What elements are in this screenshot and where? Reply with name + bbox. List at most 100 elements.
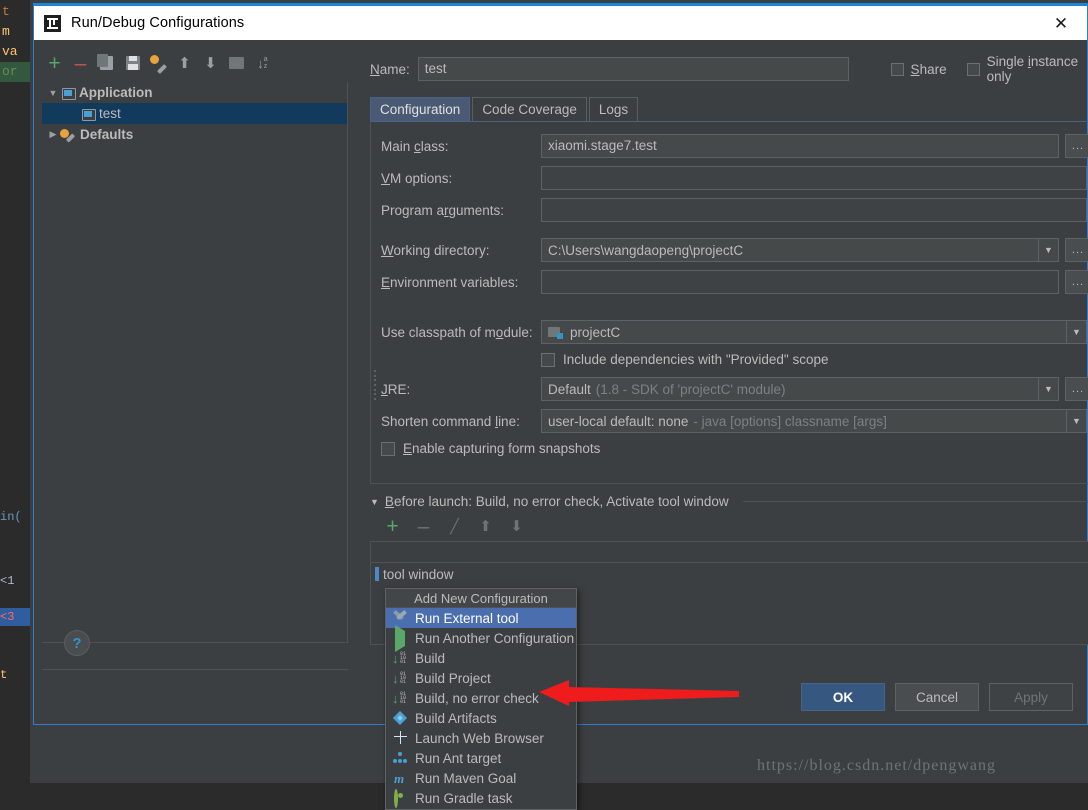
build-icon: ↓011001 [392, 691, 409, 706]
menu-item-label: Build, no error check [415, 691, 539, 706]
working-directory-value: C:\Users\wangdaopeng\projectC [542, 239, 1038, 261]
add-new-configuration-popup: Add New Configuration Run External tool … [385, 588, 577, 810]
background-editor-lower: in( <1 <3 t [0, 500, 30, 783]
menu-item-label: Build Project [415, 671, 491, 686]
menu-item-run-gradle-task[interactable]: Run Gradle task [386, 788, 576, 808]
use-classpath-text: projectC [570, 325, 620, 340]
include-dependencies-checkbox[interactable]: Include dependencies with "Provided" sco… [371, 352, 1088, 367]
move-task-up-button[interactable]: ⬆ [477, 518, 494, 535]
chevron-down-icon[interactable]: ▼ [1066, 321, 1086, 343]
program-arguments-label: Program arguments: [381, 203, 541, 218]
working-directory-browse-button[interactable]: ... [1065, 238, 1088, 262]
jre-value-hint: (1.8 - SDK of 'projectC' module) [596, 382, 786, 397]
tree-node-label: Application [79, 85, 153, 100]
dialog-title: Run/Debug Configurations [71, 15, 244, 31]
move-down-button[interactable]: ⬇ [202, 55, 219, 72]
chevron-right-icon[interactable]: ▶ [46, 129, 60, 140]
jre-combo[interactable]: Default (1.8 - SDK of 'projectC' module)… [541, 377, 1059, 401]
section-divider [743, 501, 1088, 502]
chevron-down-icon[interactable]: ▼ [46, 88, 60, 98]
chevron-down-icon[interactable]: ▼ [370, 497, 379, 507]
remove-configuration-button[interactable]: – [72, 55, 89, 72]
edit-defaults-button[interactable] [150, 55, 167, 72]
chevron-down-icon[interactable]: ▼ [1038, 378, 1058, 400]
move-up-button[interactable]: ⬆ [176, 55, 193, 72]
chevron-down-icon[interactable]: ▼ [1066, 410, 1086, 432]
before-launch-item-label: tool window [383, 567, 454, 582]
tab-code-coverage[interactable]: Code Coverage [472, 97, 587, 121]
bg-code-line: or [0, 62, 30, 82]
environment-variables-input[interactable] [541, 270, 1059, 294]
environment-variables-browse-button[interactable]: ... [1065, 270, 1088, 294]
main-class-browse-button[interactable]: ... [1065, 134, 1088, 158]
before-launch-toolbar: + – ╱ ⬆ ⬇ [370, 515, 1088, 537]
shorten-command-line-hint: - java [options] classname [args] [693, 414, 887, 429]
enable-snapshots-checkbox[interactable] [381, 442, 395, 456]
configurations-tree[interactable]: ▼ Application test ▶ Defaults [42, 82, 348, 670]
pencil-icon[interactable]: ╱ [446, 518, 463, 535]
save-configuration-button[interactable] [124, 55, 141, 72]
enable-snapshots-row: Enable capturing form snapshots [371, 441, 1088, 456]
tree-node-test[interactable]: test [42, 103, 347, 124]
single-instance-label: Single instance only [987, 54, 1088, 84]
vm-options-row: VM options: [371, 166, 1088, 190]
menu-item-run-another-configuration[interactable]: Run Another Configuration [386, 628, 576, 648]
jre-row: JRE: Default (1.8 - SDK of 'projectC' mo… [371, 377, 1088, 401]
menu-item-label: Run Maven Goal [415, 771, 516, 786]
jre-value: Default (1.8 - SDK of 'projectC' module) [542, 378, 1038, 400]
menu-item-run-ant-target[interactable]: Run Ant target [386, 748, 576, 768]
menu-item-launch-web-browser[interactable]: Launch Web Browser [386, 728, 576, 748]
use-classpath-combo[interactable]: projectC ▼ [541, 320, 1087, 344]
jre-browse-button[interactable]: ... [1065, 377, 1088, 401]
menu-item-build[interactable]: ↓011001 Build [386, 648, 576, 668]
tab-configuration[interactable]: Configuration [370, 97, 470, 121]
menu-item-run-maven-goal[interactable]: m Run Maven Goal [386, 768, 576, 788]
single-instance-checkbox[interactable]: Single instance only [967, 54, 1088, 84]
copy-configuration-button[interactable] [98, 55, 115, 72]
menu-item-build-artifacts[interactable]: Build Artifacts [386, 708, 576, 728]
maven-icon: m [392, 771, 409, 786]
ok-button[interactable]: OK [801, 683, 885, 711]
name-input[interactable]: test [418, 57, 849, 81]
shorten-command-line-combo[interactable]: user-local default: none - java [options… [541, 409, 1087, 433]
vm-options-input[interactable] [541, 166, 1087, 190]
build-icon: ↓011001 [392, 671, 409, 686]
shorten-command-line-label: Shorten command line: [381, 414, 541, 429]
before-launch-list-item[interactable]: tool window [371, 564, 1088, 584]
tree-node-defaults[interactable]: ▶ Defaults [42, 124, 347, 145]
new-folder-button[interactable] [228, 55, 245, 72]
tab-logs[interactable]: Logs [589, 97, 638, 121]
apply-button: Apply [989, 683, 1073, 711]
main-class-input[interactable]: xiaomi.stage7.test [541, 134, 1059, 158]
cancel-button[interactable]: Cancel [895, 683, 979, 711]
jre-value-text: Default [548, 382, 591, 397]
shorten-command-line-value: user-local default: none - java [options… [542, 410, 1066, 432]
remove-task-button[interactable]: – [415, 518, 432, 535]
menu-item-label: Run Gradle task [415, 791, 513, 806]
jre-label: JRE: [381, 382, 541, 397]
environment-variables-row: Environment variables: ... [371, 270, 1088, 294]
share-label: Share [911, 62, 947, 77]
program-arguments-input[interactable] [541, 198, 1087, 222]
include-dependencies-label: Include dependencies with "Provided" sco… [563, 352, 829, 367]
move-task-down-button[interactable]: ⬇ [508, 518, 525, 535]
bg-code-line: m [0, 22, 30, 42]
chevron-down-icon[interactable]: ▼ [1038, 239, 1058, 261]
help-button[interactable]: ? [64, 630, 90, 656]
add-configuration-button[interactable]: + [46, 55, 63, 72]
sort-configurations-button[interactable]: ↓az [254, 55, 271, 72]
close-icon[interactable]: ✕ [1041, 6, 1081, 40]
tree-node-label: test [99, 106, 121, 121]
defaults-icon [60, 128, 75, 142]
add-task-button[interactable]: + [384, 518, 401, 535]
ant-icon [392, 751, 409, 766]
bg-code-line: va [0, 42, 30, 62]
before-launch-header[interactable]: ▼ Before launch: Build, no error check, … [370, 494, 1088, 509]
menu-item-build-no-error-check[interactable]: ↓011001 Build, no error check [386, 688, 576, 708]
configuration-editor-pane: Name: test Share Single instance only Co… [356, 40, 1088, 670]
tree-node-application[interactable]: ▼ Application [42, 82, 347, 103]
working-directory-combo[interactable]: C:\Users\wangdaopeng\projectC ▼ [541, 238, 1059, 262]
share-checkbox[interactable]: Share [891, 62, 947, 77]
menu-item-build-project[interactable]: ↓011001 Build Project [386, 668, 576, 688]
menu-item-run-external-tool[interactable]: Run External tool [386, 608, 576, 628]
